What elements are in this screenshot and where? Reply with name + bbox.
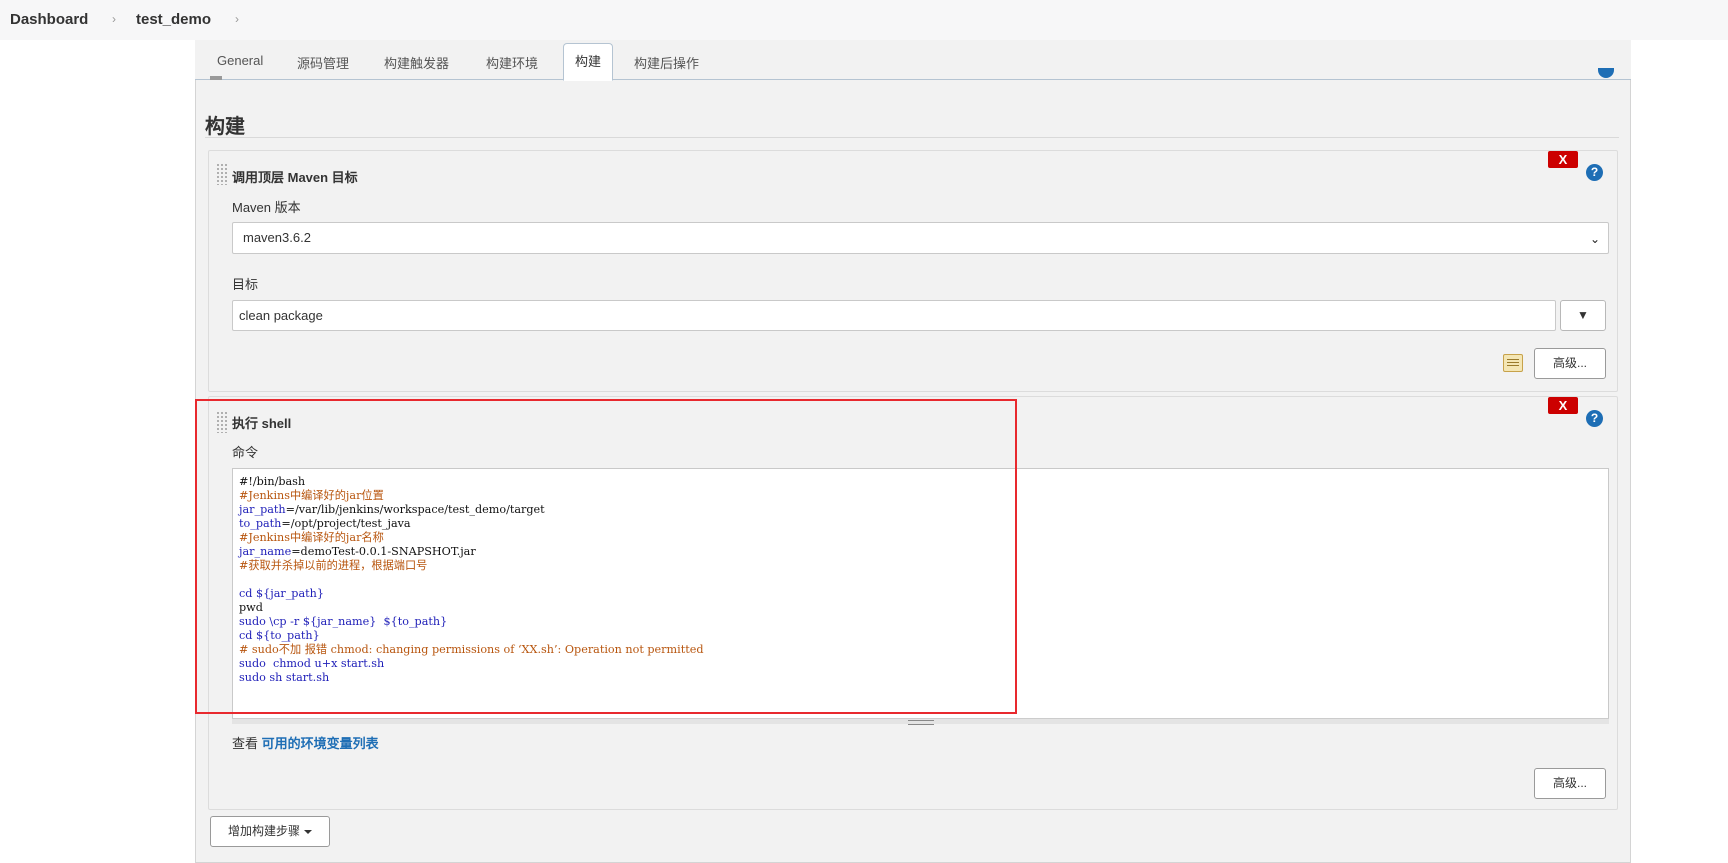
caret-down-icon — [304, 830, 312, 834]
goals-input[interactable]: clean package — [232, 300, 1556, 331]
checkbox-partial[interactable] — [210, 76, 222, 80]
tab-build-environment[interactable]: 构建环境 — [486, 53, 538, 72]
breadcrumb-project[interactable]: test_demo — [136, 11, 211, 28]
shell-advanced-button[interactable]: 高级... — [1534, 768, 1606, 799]
breadcrumb: Dashboard › test_demo › — [0, 0, 1728, 40]
chevron-down-icon: ⌄ — [1589, 232, 1600, 246]
delete-step-button[interactable]: X — [1548, 397, 1578, 414]
add-build-step-label: 增加构建步骤 — [228, 824, 301, 838]
tab-source-control[interactable]: 源码管理 — [297, 53, 349, 72]
maven-advanced-button[interactable]: 高级... — [1534, 348, 1606, 379]
maven-step-title: 调用顶层 Maven 目标 — [232, 170, 358, 185]
maven-version-value: maven3.6.2 — [243, 230, 311, 245]
env-vars-prefix: 查看 — [232, 736, 262, 751]
add-build-step-button[interactable]: 增加构建步骤 — [210, 816, 330, 847]
notepad-icon[interactable] — [1503, 354, 1523, 372]
breadcrumb-dashboard[interactable]: Dashboard — [10, 11, 88, 28]
help-icon[interactable]: ? — [1586, 410, 1603, 427]
goals-dropdown-button[interactable]: ▼ — [1560, 300, 1606, 331]
goals-label: 目标 — [232, 277, 259, 292]
tab-general[interactable]: General — [217, 53, 263, 68]
tab-build[interactable]: 构建 — [563, 43, 613, 81]
annotation-highlight — [195, 399, 1017, 714]
maven-version-label: Maven 版本 — [232, 200, 301, 215]
section-title: 构建 — [205, 116, 245, 138]
maven-build-step: 调用顶层 Maven 目标 X ? Maven 版本 目标 — [208, 150, 1618, 392]
maven-version-select[interactable]: maven3.6.2 ⌄ — [232, 222, 1609, 254]
chevron-right-icon[interactable]: › — [112, 12, 116, 26]
resize-handle[interactable] — [232, 718, 1609, 725]
tab-post-build[interactable]: 构建后操作 — [634, 53, 699, 72]
divider — [205, 137, 1619, 138]
env-vars-hint: 查看 可用的环境变量列表 — [232, 733, 379, 752]
delete-step-button[interactable]: X — [1548, 151, 1578, 168]
help-icon[interactable]: ? — [1586, 164, 1603, 181]
drag-handle-icon[interactable] — [216, 163, 228, 185]
env-vars-link[interactable]: 可用的环境变量列表 — [262, 736, 379, 751]
tab-build-triggers[interactable]: 构建触发器 — [384, 53, 449, 72]
chevron-right-icon[interactable]: › — [235, 12, 239, 26]
